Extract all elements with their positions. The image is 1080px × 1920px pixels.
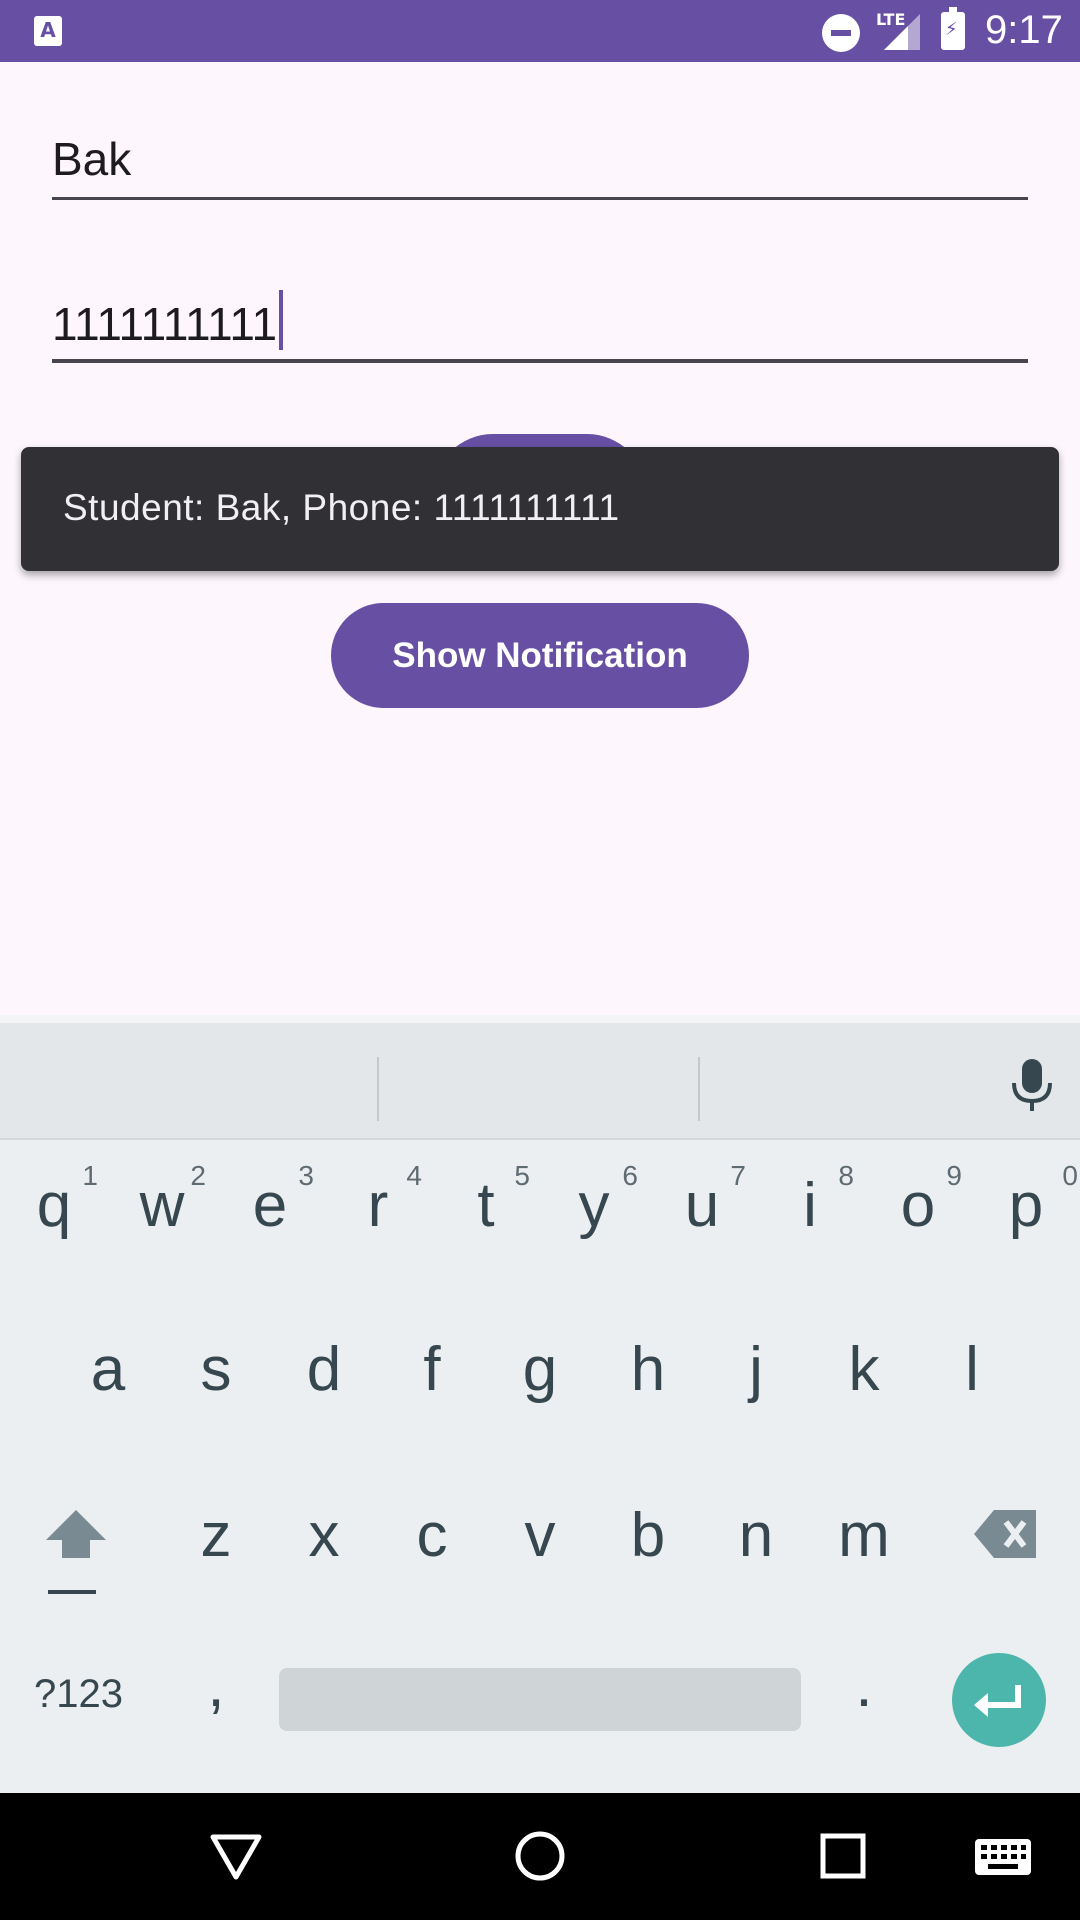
key-o[interactable]: 9o bbox=[864, 1130, 972, 1280]
name-field[interactable]: Bak bbox=[52, 132, 1028, 202]
navigation-bar bbox=[0, 1793, 1080, 1920]
key-label: v bbox=[524, 1501, 556, 1570]
key-label: m bbox=[838, 1501, 890, 1570]
key-a[interactable]: a bbox=[54, 1296, 162, 1446]
phone-field-underline bbox=[52, 359, 1028, 363]
recents-icon[interactable] bbox=[808, 1821, 878, 1891]
key-j[interactable]: j bbox=[702, 1296, 810, 1446]
do-not-disturb-icon bbox=[822, 14, 860, 52]
enter-key[interactable] bbox=[952, 1653, 1046, 1747]
comma-key[interactable]: , bbox=[162, 1630, 270, 1740]
suggestion-divider bbox=[377, 1057, 379, 1121]
key-z[interactable]: z bbox=[162, 1460, 270, 1610]
key-label: r bbox=[367, 1171, 389, 1240]
key-n[interactable]: n bbox=[702, 1460, 810, 1610]
key-label: x bbox=[308, 1501, 340, 1570]
enter-icon bbox=[974, 1685, 1021, 1717]
toast-text: Student: Bak, Phone: 1111111111 bbox=[63, 487, 620, 528]
key-label: w bbox=[139, 1171, 185, 1240]
key-label: e bbox=[252, 1171, 288, 1240]
battery-charging-icon bbox=[941, 7, 965, 50]
shift-key[interactable] bbox=[22, 1460, 134, 1610]
key-h[interactable]: h bbox=[594, 1296, 702, 1446]
key-label: s bbox=[200, 1335, 232, 1404]
clock: 9:17 bbox=[985, 8, 1063, 52]
suggestion-strip bbox=[0, 1023, 1080, 1140]
key-l[interactable]: l bbox=[918, 1296, 1026, 1446]
toast-message: Student: Bak, Phone: 1111111111 bbox=[21, 447, 1059, 571]
key-label: b bbox=[630, 1501, 666, 1570]
key-v[interactable]: v bbox=[486, 1460, 594, 1610]
key-label: j bbox=[749, 1335, 763, 1404]
key-x[interactable]: x bbox=[270, 1460, 378, 1610]
shift-icon bbox=[46, 1510, 106, 1594]
symbols-key[interactable]: ?123 bbox=[34, 1672, 123, 1717]
key-label: y bbox=[578, 1171, 610, 1240]
key-e[interactable]: 3e bbox=[216, 1130, 324, 1280]
key-label: p bbox=[1008, 1171, 1044, 1240]
key-u[interactable]: 7u bbox=[648, 1130, 756, 1280]
key-label: c bbox=[416, 1501, 448, 1570]
key-w[interactable]: 2w bbox=[108, 1130, 216, 1280]
lte-signal-icon bbox=[884, 14, 920, 50]
status-bar: A LTE 9:17 bbox=[0, 0, 1080, 62]
keyboard-top-edge bbox=[0, 1015, 1080, 1023]
key-m[interactable]: m bbox=[810, 1460, 918, 1610]
name-field-underline bbox=[52, 197, 1028, 200]
key-b[interactable]: b bbox=[594, 1460, 702, 1610]
suggestion-divider bbox=[698, 1057, 700, 1121]
key-label: n bbox=[738, 1501, 774, 1570]
key-label: a bbox=[90, 1335, 126, 1404]
key-i[interactable]: 8i bbox=[756, 1130, 864, 1280]
key-label: f bbox=[423, 1335, 441, 1404]
key-label: , bbox=[207, 1651, 225, 1720]
name-field-value: Bak bbox=[52, 133, 132, 185]
key-k[interactable]: k bbox=[810, 1296, 918, 1446]
key-y[interactable]: 6y bbox=[540, 1130, 648, 1280]
key-s[interactable]: s bbox=[162, 1296, 270, 1446]
backspace-icon bbox=[974, 1510, 1036, 1558]
key-label: h bbox=[630, 1335, 666, 1404]
key-g[interactable]: g bbox=[486, 1296, 594, 1446]
key-t[interactable]: 5t bbox=[432, 1130, 540, 1280]
back-icon[interactable] bbox=[201, 1821, 271, 1891]
key-p[interactable]: 0p bbox=[972, 1130, 1080, 1280]
key-label: . bbox=[855, 1651, 873, 1720]
key-label: q bbox=[36, 1171, 72, 1240]
key-label: d bbox=[306, 1335, 342, 1404]
key-f[interactable]: f bbox=[378, 1296, 486, 1446]
key-c[interactable]: c bbox=[378, 1460, 486, 1610]
key-label: g bbox=[522, 1335, 558, 1404]
phone-field-value: 1111111111 bbox=[52, 298, 278, 350]
space-bar[interactable] bbox=[279, 1668, 801, 1731]
phone-field[interactable]: 1111111111 bbox=[52, 290, 1028, 365]
app-notification-icon: A bbox=[34, 16, 62, 46]
key-label: u bbox=[684, 1171, 720, 1240]
text-cursor bbox=[279, 290, 284, 350]
show-notification-button[interactable]: Show Notification bbox=[331, 603, 749, 708]
key-d[interactable]: d bbox=[270, 1296, 378, 1446]
key-label: o bbox=[900, 1171, 936, 1240]
key-label: z bbox=[200, 1501, 232, 1570]
key-label: l bbox=[965, 1335, 979, 1404]
key-label: i bbox=[803, 1171, 817, 1240]
key-r[interactable]: 4r bbox=[324, 1130, 432, 1280]
key-label: k bbox=[848, 1335, 880, 1404]
key-label: t bbox=[477, 1171, 495, 1240]
keyboard-switch-icon[interactable] bbox=[966, 1821, 1040, 1891]
backspace-key[interactable] bbox=[958, 1460, 1068, 1610]
home-icon[interactable] bbox=[505, 1821, 575, 1891]
key-q[interactable]: 1q bbox=[0, 1130, 108, 1280]
microphone-icon[interactable] bbox=[1000, 1053, 1064, 1117]
period-key[interactable]: . bbox=[810, 1630, 918, 1740]
